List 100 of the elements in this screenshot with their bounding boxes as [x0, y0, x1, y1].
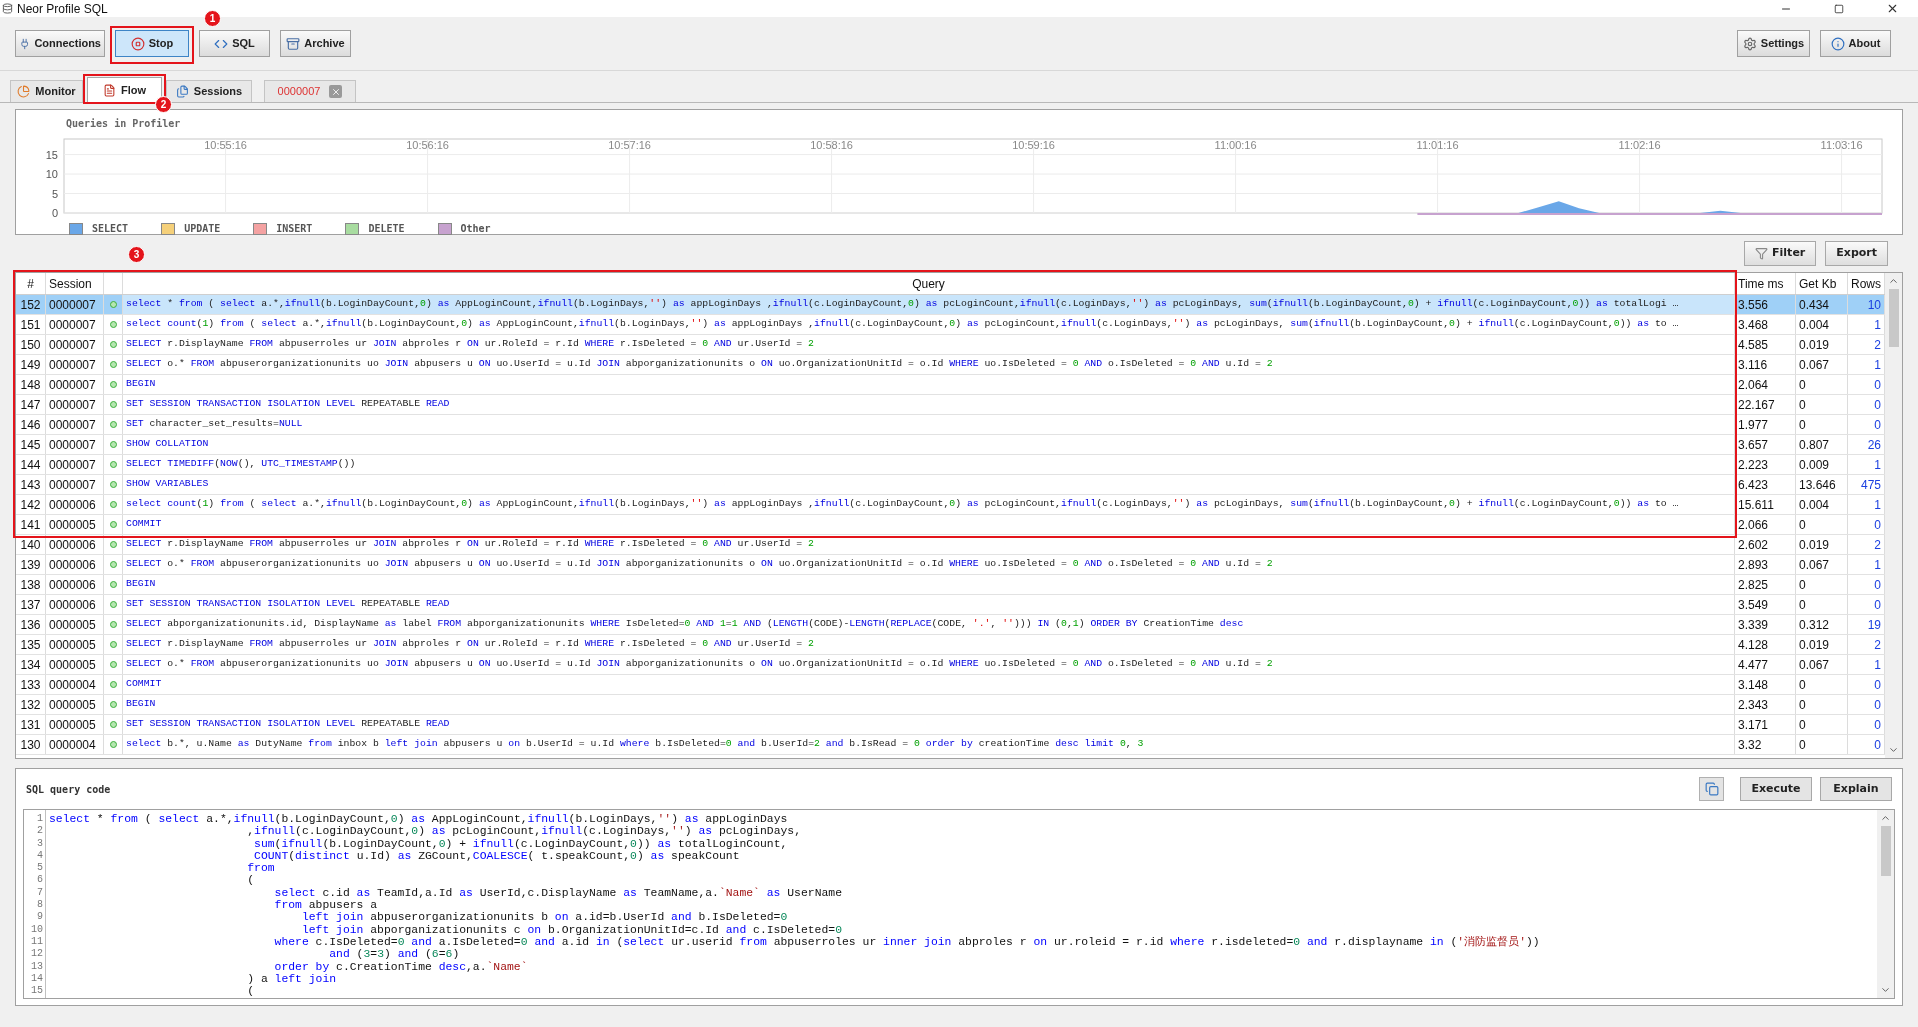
table-cell: 2.066	[1735, 515, 1796, 534]
table-cell: 0000007	[46, 435, 104, 454]
query-text: SELECT o.* FROM abpuserorganizationunits uo JOIN abpusers u ON uo.UserId = u.Id JOIN abporganizationunits o ON uo.OrganizationUnitId = o.Id WHERE uo.IsDeleted = 0 AND o.IsDeleted = 0 AND u.Id = 2	[126, 657, 1273, 672]
explain-button[interactable]: Explain	[1820, 777, 1892, 801]
table-cell: 0	[1796, 375, 1848, 394]
table-row[interactable]: 148 0000007 BEGIN 2.064 0 0	[16, 375, 1885, 395]
table-cell: 0.067	[1796, 655, 1848, 674]
code-line: sum(ifnull(b.LoginDayCount,0) + ifnull(c.LoginDayCount,0)) as totalLoginCount,	[253, 837, 789, 850]
table-row[interactable]	[16, 655, 1885, 675]
table-cell: 0000006	[46, 555, 104, 574]
table-row[interactable]: 132 0000005 BEGIN 2.343 0 0	[16, 695, 1885, 715]
table-cell: 0000007	[46, 335, 104, 354]
table-cell: 0	[1796, 675, 1848, 694]
line-number: 13	[30, 960, 44, 973]
scroll-thumb[interactable]	[1880, 826, 1891, 876]
table-row[interactable]: 133 0000004 COMMIT 3.148 0 0	[16, 675, 1885, 695]
maximize-icon[interactable]	[1834, 3, 1844, 14]
panel-title: SQL query code	[26, 782, 111, 797]
table-cell: 0.019	[1796, 335, 1848, 354]
copy-button[interactable]	[1699, 777, 1724, 801]
query-text: SET SESSION TRANSACTION ISOLATION LEVEL REPEATABLE READ	[126, 397, 450, 412]
table-row[interactable]: 141 0000005 COMMIT 2.066 0 0	[16, 515, 1885, 535]
table-row[interactable]: 140 0000006 SELECT r.DisplayName FROM abpuserroles ur JOIN abproles r ON ur.RoleId = r.Id WHERE r.IsDeleted = 0 AND ur.UserId = 2 2.602 0.019 2	[16, 535, 1885, 555]
column-header[interactable]: Session	[46, 273, 104, 294]
table-cell: 2.602	[1735, 535, 1796, 554]
export-button[interactable]: Export	[1825, 241, 1888, 266]
query-text: select b.*, u.Name as DutyName from inbox b left join abpusers u on b.UserId = u.Id where b.IsDeleted=0 and b.UserId=2 and b.IsRead = 0 order by creationTime desc limit 0, 3	[126, 737, 1144, 752]
table-row[interactable]: 131 0000005 SET SESSION TRANSACTION ISOLATION LEVEL REPEATABLE READ 3.171 0 0	[16, 715, 1885, 735]
toolbar-button[interactable]: About	[1820, 30, 1891, 57]
code-editor[interactable]	[23, 809, 1895, 999]
tab[interactable]: 0000007	[264, 80, 356, 102]
query-text: BEGIN	[126, 577, 156, 592]
x-tick-label: 11:03:16	[1820, 139, 1863, 151]
plug-icon	[19, 36, 31, 51]
table-cell: 0.067	[1796, 355, 1848, 374]
query-text: SELECT o.* FROM abpuserorganizationunits uo JOIN abpusers u ON uo.UserId = u.Id JOIN abporganizationunits o ON uo.OrganizationUnitId = o.Id WHERE uo.IsDeleted = 0 AND o.IsDeleted = 0 AND u.Id = 2	[126, 357, 1273, 372]
query-text: COMMIT	[126, 517, 162, 532]
code-line: where c.IsDeleted=0 and a.IsDeleted=0 and a.id in (select ur.userid from abpuserroles ur inner join abproles r on ur.roleid = r.id where r.isdeleted=0 and r.displayname in ('消防监督员'))	[273, 935, 1541, 949]
toolbar-button[interactable]: Settings	[1737, 30, 1810, 57]
table-row[interactable]: 144 0000007 SELECT TIMEDIFF(NOW(), UTC_TIMESTAMP()) 2.223 0.009 1	[16, 455, 1885, 475]
table-row[interactable]: 145 0000007 SHOW COLLATION 3.657 0.807 26	[16, 435, 1885, 455]
table-row[interactable]: 147 0000007 SET SESSION TRANSACTION ISOLATION LEVEL REPEATABLE READ 22.167 0 0	[16, 395, 1885, 415]
y-tick-label: 10	[45, 168, 58, 181]
table-cell: 3.468	[1735, 315, 1796, 334]
line-number: 1	[36, 813, 44, 826]
table-row[interactable]: 138 0000006 BEGIN 2.825 0 0	[16, 575, 1885, 595]
x-tick-label: 11:02:16	[1618, 139, 1661, 151]
table-cell: 0	[1796, 415, 1848, 434]
column-header[interactable]: #	[16, 273, 46, 294]
table-row[interactable]: 135 0000005 SELECT r.DisplayName FROM abpuserroles ur JOIN abproles r ON ur.RoleId = r.Id WHERE r.IsDeleted = 0 AND ur.UserId = 2 4.128 0.019 2	[16, 635, 1885, 655]
toolbar-button[interactable]: Archive	[280, 30, 351, 57]
execute-button[interactable]: Execute	[1740, 777, 1812, 801]
table-row[interactable]: 137 0000006 SET SESSION TRANSACTION ISOLATION LEVEL REPEATABLE READ 3.549 0 0	[16, 595, 1885, 615]
scrollbar[interactable]	[1877, 810, 1894, 998]
table-row[interactable]: 146 0000007 SET character_set_results=NULL 1.977 0 0	[16, 415, 1885, 435]
legend-label: Other	[460, 222, 491, 236]
column-header[interactable]: Get Kb	[1796, 273, 1848, 294]
query-text: COMMIT	[126, 677, 162, 692]
toolbar-button[interactable]: Connections	[15, 30, 105, 57]
query-text: BEGIN	[126, 697, 156, 712]
table-cell: 0000004	[46, 675, 104, 694]
tab[interactable]: Monitor	[10, 80, 83, 102]
table-cell: 0000006	[46, 595, 104, 614]
query-text: SELECT r.DisplayName FROM abpuserroles ur JOIN abproles r ON ur.RoleId = r.Id WHERE r.IsDeleted = 0 AND ur.UserId = 2	[126, 637, 814, 652]
table-row[interactable]: 143 0000007 SHOW VARIABLES 6.423 13.646 475	[16, 475, 1885, 495]
close-icon[interactable]	[1886, 2, 1899, 15]
table-row[interactable]	[16, 555, 1885, 575]
table-cell: 0	[1796, 395, 1848, 414]
table-cell: 141	[16, 515, 46, 534]
filter-button[interactable]: Filter	[1744, 241, 1817, 266]
table-cell: 0	[1796, 715, 1848, 734]
table-row[interactable]	[16, 495, 1885, 515]
table-row[interactable]	[16, 315, 1885, 335]
toolbar-button[interactable]: SQL	[199, 30, 270, 57]
table-cell: 136	[16, 615, 46, 634]
table-row[interactable]: 130 0000004 select b.*, u.Name as DutyName from inbox b left join abpusers u on b.UserId = u.Id where b.IsDeleted=0 and b.UserId=2 and b.IsRead = 0 order by creationTime desc limit 0, 3 3.32 0 0	[16, 735, 1885, 755]
column-header[interactable]: Time ms	[1735, 273, 1796, 294]
scrollbar[interactable]	[1885, 273, 1902, 758]
table-cell: 150	[16, 335, 46, 354]
tab[interactable]: Sessions	[166, 80, 252, 102]
tab[interactable]: Flow	[87, 77, 162, 102]
table-cell: 148	[16, 375, 46, 394]
tab-close-button[interactable]	[329, 85, 343, 98]
table-cell: 0	[1796, 735, 1848, 754]
toolbar-button[interactable]: Stop	[115, 30, 189, 57]
column-header[interactable]: Query	[123, 273, 1735, 294]
table-row[interactable]	[16, 295, 1885, 315]
window-title: Neor Profile SQL	[17, 2, 108, 15]
scroll-thumb[interactable]	[1888, 289, 1899, 347]
app-icon	[2, 3, 13, 14]
query-text: SELECT abporganizationunits.id, DisplayName as label FROM abporganizationunits WHERE IsDeleted=0 AND 1=1 AND (LENGTH(CODE)-LENGTH(REPLACE(CODE, '.', ''))) IN (0,1) ORDER BY CreationTime desc	[126, 617, 1244, 632]
table-cell: 0	[1796, 575, 1848, 594]
table-row[interactable]	[16, 615, 1885, 635]
table-row[interactable]: 150 0000007 SELECT r.DisplayName FROM abpuserroles ur JOIN abproles r ON ur.RoleId = r.Id WHERE r.IsDeleted = 0 AND ur.UserId = 2 4.585 0.019 2	[16, 335, 1885, 355]
x-tick-label: 10:57:16	[608, 139, 651, 151]
table-cell: 0	[1796, 595, 1848, 614]
query-text: SELECT r.DisplayName FROM abpuserroles ur JOIN abproles r ON ur.RoleId = r.Id WHERE r.IsDeleted = 0 AND ur.UserId = 2	[126, 337, 814, 352]
table-cell: 0000005	[46, 615, 104, 634]
table-cell: 0000006	[46, 575, 104, 594]
table-row[interactable]	[16, 355, 1885, 375]
